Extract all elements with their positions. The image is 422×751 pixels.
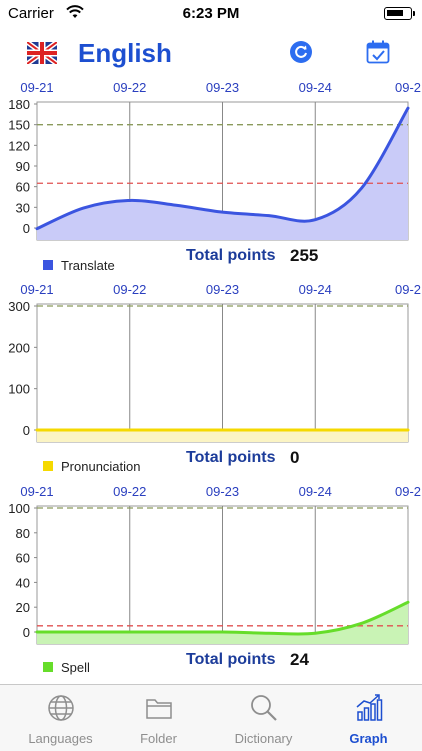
pronunciation-legend-label: Pronunciation <box>61 459 141 474</box>
tab-graph[interactable]: Graph <box>316 685 421 751</box>
tab-graph-label: Graph <box>349 731 388 746</box>
spell-x-tick-label: 09-24 <box>299 484 332 499</box>
pronunciation-total-label: Total points <box>186 449 276 466</box>
tab-languages-label: Languages <box>28 731 93 746</box>
spell-legend-swatch <box>43 662 53 672</box>
translate-y-tick-label: 90 <box>16 159 30 174</box>
uk-flag-icon[interactable] <box>27 42 57 64</box>
globe-icon <box>48 695 74 721</box>
spell-chart-svg: 09-21 09-22 09-23 09-24 09-2 100 80 60 40 20 0 <box>8 484 421 645</box>
pronunciation-x-tick-label: 09-22 <box>113 282 146 297</box>
tab-bar: Languages Folder Dictionary Graph <box>0 684 422 751</box>
spell-total-label: Total points <box>186 651 276 668</box>
tab-folder[interactable]: Folder <box>106 685 211 751</box>
translate-x-tick-label: 09-24 <box>299 80 332 95</box>
tab-languages[interactable]: Languages <box>8 685 113 751</box>
folder-icon <box>146 699 172 719</box>
translate-legend-swatch <box>43 260 53 270</box>
translate-y-tick-label: 120 <box>8 138 30 153</box>
pronunciation-x-tick-label: 09-21 <box>20 282 53 297</box>
pronunciation-x-tick-label: 09-24 <box>299 282 332 297</box>
spell-total-value: 24 <box>290 650 309 669</box>
pronunciation-y-tick-label: 100 <box>8 382 30 397</box>
translate-x-tick-label: 09-2 <box>395 80 421 95</box>
spell-y-tick-label: 20 <box>16 600 30 615</box>
header: English <box>0 30 422 74</box>
magnifier-icon <box>251 695 277 721</box>
translate-total-label: Total points <box>186 247 276 264</box>
status-bar: Carrier 6:23 PM <box>0 0 422 28</box>
pronunciation-x-tick-label: 09-23 <box>206 282 239 297</box>
pronunciation-y-tick-label: 0 <box>23 423 30 438</box>
spell-legend-label: Spell <box>61 660 90 675</box>
translate-chart: 09-21 09-22 09-23 09-24 09-2 180 150 120 90 60 30 0… <box>0 76 422 276</box>
spell-x-tick-label: 09-23 <box>206 484 239 499</box>
pronunciation-legend-swatch <box>43 461 53 471</box>
translate-x-tick-label: 09-22 <box>113 80 146 95</box>
spell-y-tick-label: 40 <box>16 575 30 590</box>
spell-x-tick-label: 09-22 <box>113 484 146 499</box>
translate-y-tick-label: 30 <box>16 200 30 215</box>
translate-y-tick-label: 150 <box>8 118 30 133</box>
spell-x-tick-label: 09-21 <box>20 484 53 499</box>
translate-y-tick-label: 180 <box>8 97 30 112</box>
refresh-icon[interactable] <box>290 41 312 63</box>
spell-y-tick-label: 0 <box>23 625 30 640</box>
translate-chart-svg: 09-21 09-22 09-23 09-24 09-2 180 150 120 90 60 30 0 <box>8 80 421 241</box>
translate-x-tick-label: 09-21 <box>20 80 53 95</box>
translate-y-tick-label: 0 <box>23 221 30 236</box>
translate-y-tick-label: 60 <box>16 180 30 195</box>
pronunciation-y-tick-label: 200 <box>8 340 30 355</box>
spell-chart: 09-21 09-22 09-23 09-24 09-2 100 80 60 40 20 0 Spe… <box>0 480 422 680</box>
clock: 6:23 PM <box>182 5 240 22</box>
tab-dictionary[interactable]: Dictionary <box>211 685 316 751</box>
pronunciation-y-tick-label: 300 <box>8 299 30 314</box>
spell-y-tick-label: 100 <box>8 501 30 516</box>
translate-legend-label: Translate <box>61 258 115 273</box>
spell-y-tick-label: 80 <box>16 526 30 541</box>
spell-y-tick-label: 60 <box>16 551 30 566</box>
bar-chart-icon <box>356 694 383 721</box>
pronunciation-chart-svg: 09-21 09-22 09-23 09-24 09-2 300 200 100 0 <box>8 282 421 443</box>
language-title[interactable]: English <box>78 38 172 69</box>
pronunciation-total-value: 0 <box>290 448 300 467</box>
battery-icon <box>384 7 415 20</box>
pronunciation-chart: 09-21 09-22 09-23 09-24 09-2 300 200 100 0 Pronu… <box>0 278 422 478</box>
tab-folder-label: Folder <box>140 731 177 746</box>
calendar-check-icon[interactable] <box>366 40 390 64</box>
spell-x-tick-label: 09-2 <box>395 484 421 499</box>
translate-x-tick-label: 09-23 <box>206 80 239 95</box>
pronunciation-x-tick-label: 09-2 <box>395 282 421 297</box>
pronunciation-series-area <box>37 430 408 442</box>
tab-dictionary-label: Dictionary <box>234 731 293 746</box>
translate-total-value: 255 <box>290 246 319 265</box>
